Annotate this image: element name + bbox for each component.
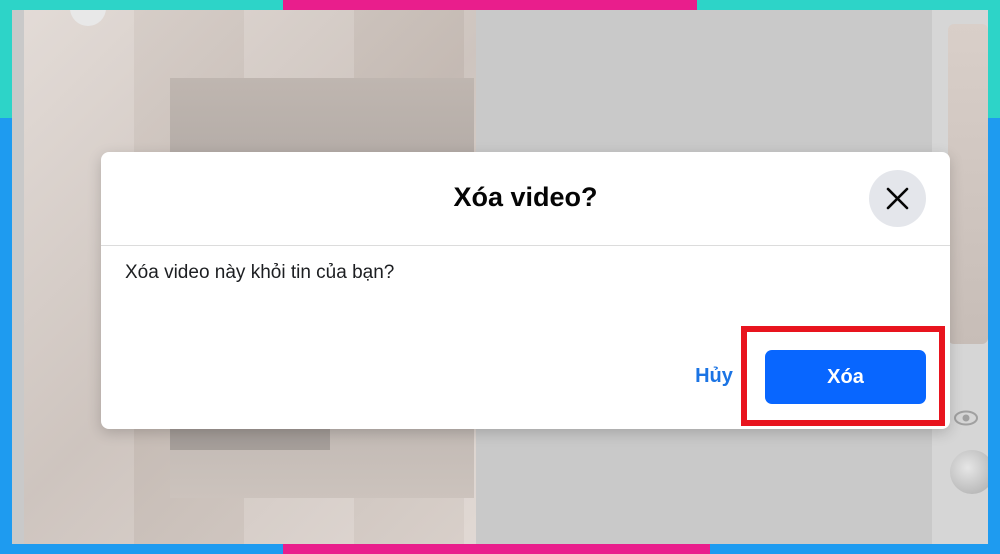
cancel-button[interactable]: Hủy (681, 350, 747, 402)
frame-bar (283, 0, 697, 10)
close-button[interactable] (869, 170, 926, 227)
frame-bar (988, 0, 1000, 118)
story-thumbnail[interactable] (948, 24, 988, 344)
frame-bar (697, 0, 1000, 10)
eye-icon (952, 404, 980, 432)
close-icon (886, 187, 909, 210)
frame-bar (283, 544, 710, 554)
frame-bar (0, 0, 283, 10)
dialog-title: Xóa video? (453, 182, 598, 212)
highlight-annotation (741, 326, 945, 426)
dialog-message: Xóa video này khỏi tin của bạn? (125, 262, 395, 283)
frame-bar (0, 0, 12, 118)
dialog-header: Xóa video? (101, 152, 950, 246)
viewer-avatar[interactable] (950, 450, 988, 494)
